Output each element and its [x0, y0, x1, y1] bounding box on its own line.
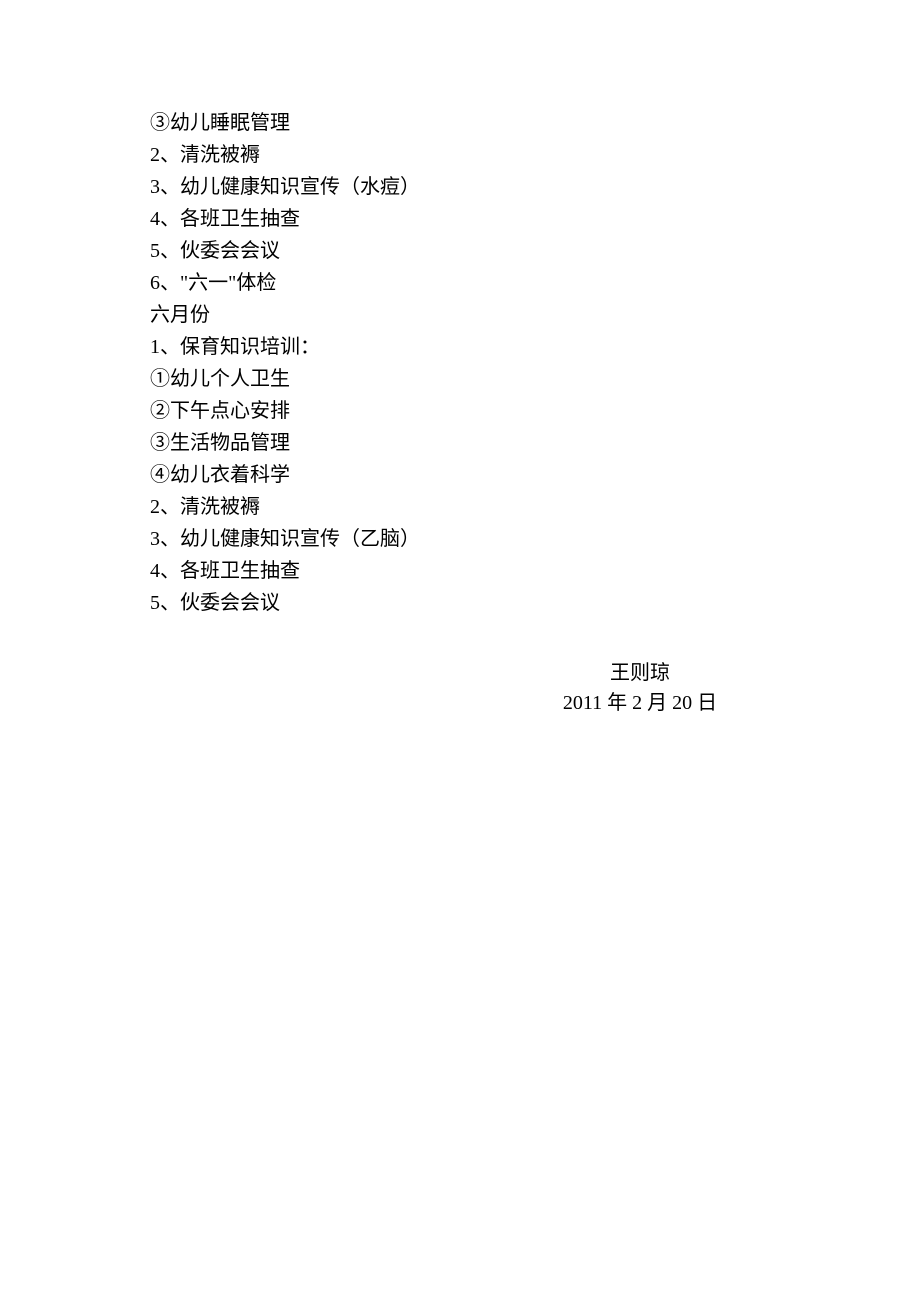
text-line: 5、伙委会会议 [150, 588, 770, 618]
text-line: 3、幼儿健康知识宣传（水痘） [150, 172, 770, 202]
text-line: 2、清洗被褥 [150, 140, 770, 170]
text-line: 6、"六一"体检 [150, 268, 770, 298]
text-line: ②下午点心安排 [150, 396, 770, 426]
text-line: ①幼儿个人卫生 [150, 364, 770, 394]
text-line: 4、各班卫生抽查 [150, 204, 770, 234]
text-line: 4、各班卫生抽查 [150, 556, 770, 586]
text-line: ③生活物品管理 [150, 428, 770, 458]
signature-date: 2011 年 2 月 20 日 [510, 688, 770, 718]
text-line: 六月份 [150, 300, 770, 330]
text-line: 2、清洗被褥 [150, 492, 770, 522]
text-line: 5、伙委会会议 [150, 236, 770, 266]
text-line: ③幼儿睡眠管理 [150, 108, 770, 138]
document-page: ③幼儿睡眠管理 2、清洗被褥 3、幼儿健康知识宣传（水痘） 4、各班卫生抽查 5… [0, 0, 920, 718]
document-content: ③幼儿睡眠管理 2、清洗被褥 3、幼儿健康知识宣传（水痘） 4、各班卫生抽查 5… [150, 108, 770, 618]
text-line: 1、保育知识培训： [150, 332, 770, 362]
signature-name: 王则琼 [510, 658, 770, 688]
text-line: 3、幼儿健康知识宣传（乙脑） [150, 524, 770, 554]
signature-block: 王则琼 2011 年 2 月 20 日 [150, 658, 770, 718]
text-line: ④幼儿衣着科学 [150, 460, 770, 490]
